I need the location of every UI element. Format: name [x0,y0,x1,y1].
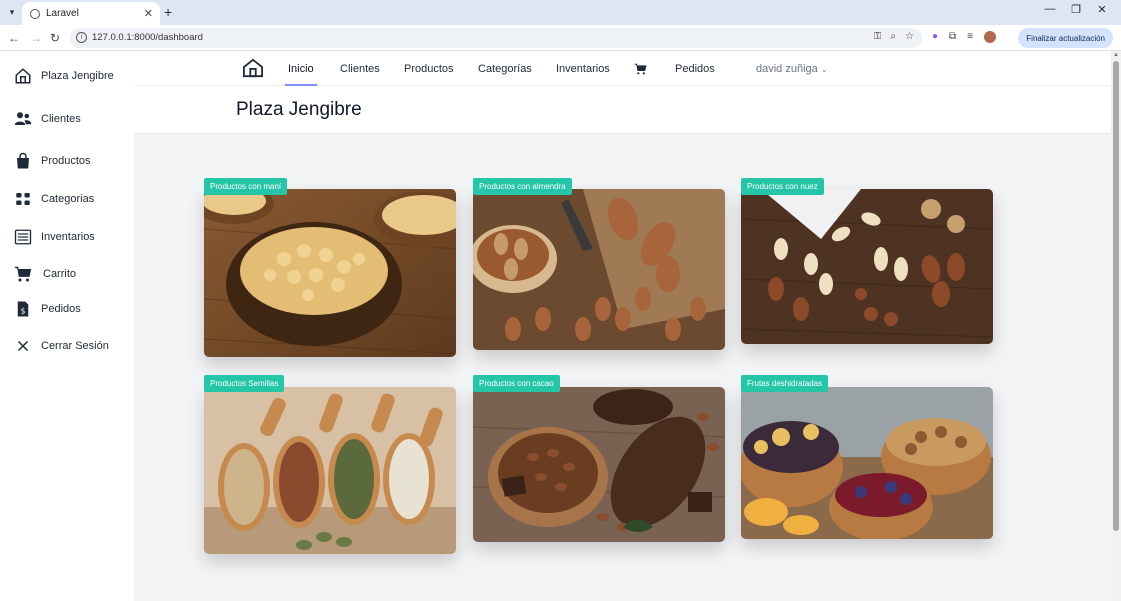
nav-cart-icon[interactable] [634,63,647,75]
sidebar-item-label: Clientes [41,113,81,125]
bookmark-star-icon[interactable]: ☆ [905,31,914,42]
grid-icon [16,193,30,205]
sidebar-item-label: Plaza Jengibre [41,70,114,82]
sidebar-item-label: Categorias [41,193,95,205]
nav-link-inicio[interactable]: Inicio [288,63,314,75]
zoom-icon[interactable]: ⌕ [890,31,896,42]
sidebar-item-categorias[interactable]: Categorias [14,190,94,208]
users-icon [14,112,32,125]
close-icon [17,340,29,352]
new-tab-icon[interactable]: + [164,4,172,20]
url-text: 127.0.0.1:8000/dashboard [92,32,203,43]
chevron-down-icon: ⌄ [820,65,828,74]
sidebar-item-pedidos[interactable]: $ Pedidos [14,300,81,318]
tab-search-icon[interactable]: ▾ [4,4,20,20]
category-tag: Frutas deshidratadas [741,375,829,392]
home-icon [15,68,31,84]
sidebar-item-label: Cerrar Sesión [41,340,109,352]
category-tag: Productos con cacao [473,375,560,392]
list-icon [14,229,32,245]
restore-icon[interactable]: ❐ [1063,3,1089,16]
user-menu[interactable]: david zuñiga ⌄ [756,63,828,75]
category-tag: Productos con maní [204,178,288,195]
back-icon[interactable]: ← [8,31,20,45]
sidebar: Plaza Jengibre Clientes Productos Catego… [0,51,134,601]
extensions-puzzle-icon[interactable]: ⧉ [949,31,956,43]
forward-icon[interactable]: → [30,31,42,45]
category-tag: Productos Semillas [204,375,285,392]
tab-close-icon[interactable]: ✕ [144,7,153,20]
dried-fruit-image [741,387,993,539]
nav-link-clientes[interactable]: Clientes [340,63,380,75]
almonds-image [473,189,725,350]
address-toolbar: ← → ↻ i 127.0.0.1:8000/dashboard ⚿ ⌕ ☆ ●… [0,25,1121,51]
page-title: Plaza Jengibre [236,99,362,120]
category-card-almonds[interactable] [473,189,725,350]
globe-icon [30,8,40,19]
category-card-nuts[interactable] [741,189,993,344]
sidebar-item-cerrar-sesion[interactable]: Cerrar Sesión [14,337,109,355]
window-close-icon[interactable]: ✕ [1089,3,1115,16]
shopping-bag-icon [17,152,29,169]
media-queue-icon[interactable]: ≡ [967,31,973,43]
update-button[interactable]: Finalizar actualización [1018,28,1113,48]
home-logo-icon[interactable] [242,58,264,78]
browser-tab[interactable]: Laravel ✕ [22,2,160,25]
sidebar-item-clientes[interactable]: Clientes [14,110,81,128]
tab-title: Laravel [46,8,79,19]
sidebar-item-inventarios[interactable]: Inventarios [14,228,95,246]
minimize-icon[interactable]: — [1037,3,1063,16]
svg-text:$: $ [21,307,26,316]
extension-drop-icon[interactable]: ● [932,31,938,43]
cart-icon [14,266,32,282]
category-card-seeds[interactable] [204,387,456,554]
nav-link-categorias[interactable]: Categorías [478,63,532,75]
scrollbar[interactable]: ▲ [1111,51,1121,601]
nav-link-productos[interactable]: Productos [404,63,454,75]
profile-avatar[interactable] [984,31,997,43]
page-header: Plaza Jengibre [134,86,1111,134]
site-info-icon[interactable]: i [76,32,87,43]
category-tag: Productos con almendra [473,178,572,195]
browser-tab-bar: ▾ Laravel ✕ + — ❐ ✕ [0,0,1121,25]
sidebar-item-plaza-jengibre[interactable]: Plaza Jengibre [14,67,114,85]
password-key-icon[interactable]: ⚿ [874,31,882,42]
scroll-up-icon[interactable]: ▲ [1113,52,1119,58]
receipt-icon: $ [17,301,29,317]
category-card-peanuts[interactable] [204,189,456,357]
user-name: david zuñiga [756,63,818,75]
sidebar-item-label: Carrito [43,268,77,280]
scrollbar-thumb[interactable] [1113,61,1119,531]
sidebar-item-productos[interactable]: Productos [14,152,91,170]
top-navigation: Inicio Clientes Productos Categorías Inv… [134,51,1111,86]
cacao-image [473,387,725,542]
sidebar-item-label: Inventarios [41,231,95,243]
reload-icon[interactable]: ↻ [50,31,60,45]
sidebar-item-carrito[interactable]: Carrito [14,265,76,283]
category-card-dried-fruit[interactable] [741,387,993,539]
url-bar[interactable]: i 127.0.0.1:8000/dashboard ⚿ ⌕ ☆ [70,28,922,48]
nuts-image [741,189,993,344]
category-tag: Productos con nuez [741,178,824,195]
sidebar-item-label: Productos [41,155,91,167]
nav-link-inventarios[interactable]: Inventarios [556,63,610,75]
peanuts-image [204,189,456,357]
nav-link-pedidos[interactable]: Pedidos [675,63,715,75]
seeds-image [204,387,456,554]
window-controls: — ❐ ✕ [1037,3,1115,16]
category-card-cacao[interactable] [473,387,725,542]
sidebar-item-label: Pedidos [41,303,81,315]
